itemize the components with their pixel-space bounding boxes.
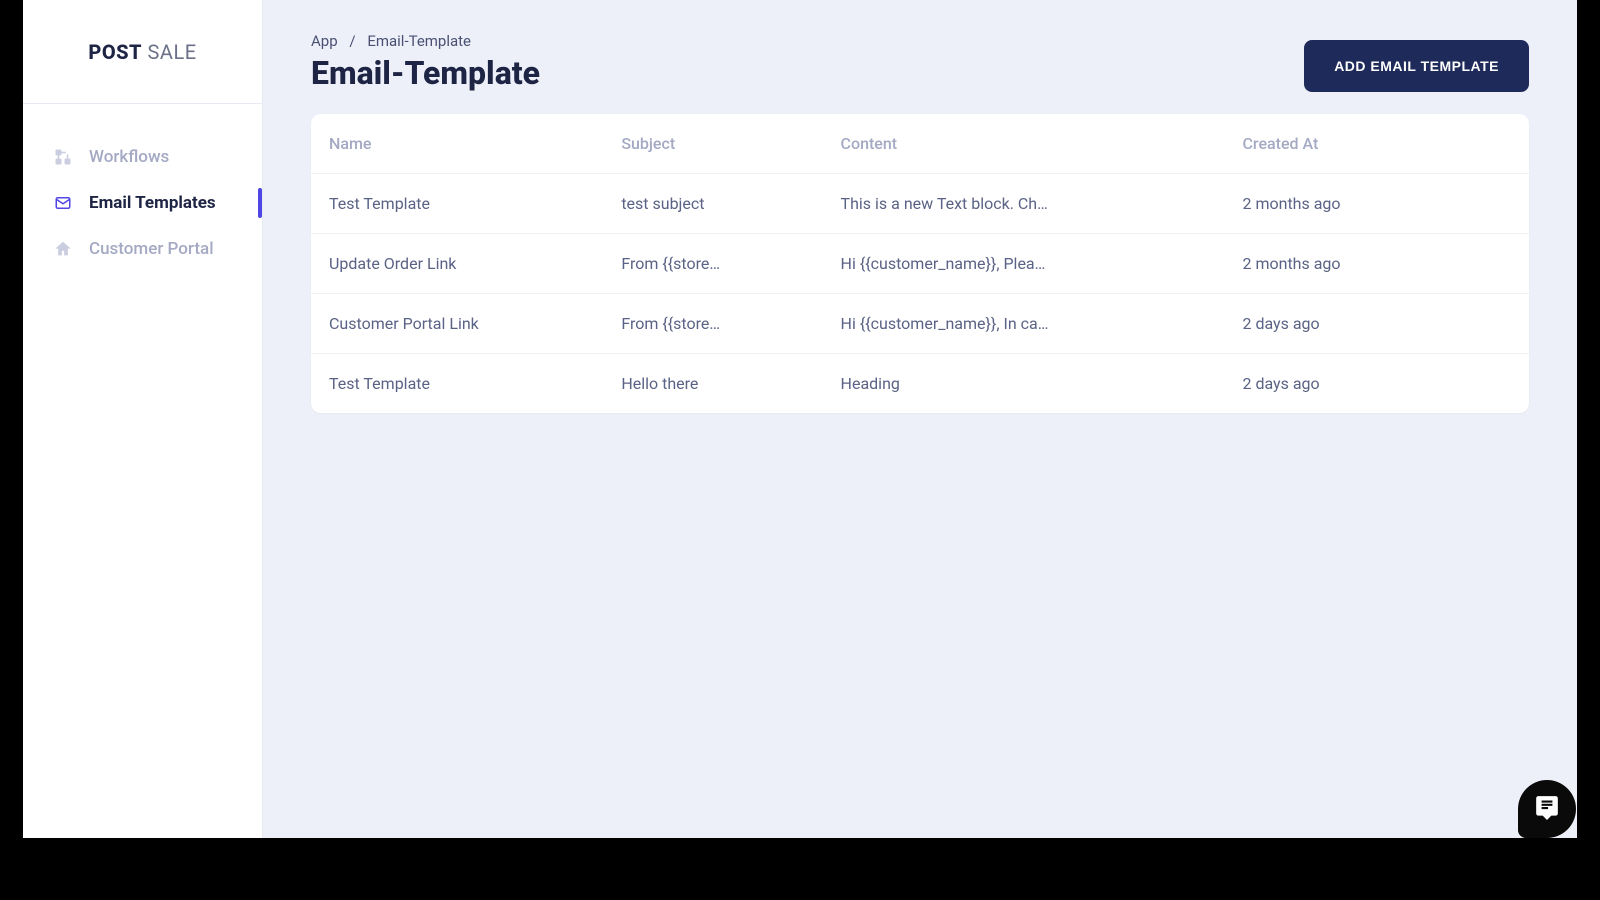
column-header-created-at[interactable]: Created At bbox=[1224, 114, 1529, 174]
breadcrumb-current: Email-Template bbox=[367, 32, 471, 50]
sidebar: POST SALE Workflows bbox=[23, 0, 263, 838]
cell-subject: From {{store… bbox=[603, 234, 822, 294]
cell-subject: From {{store… bbox=[603, 294, 822, 354]
email-templates-table: Name Subject Content Created At Test Tem… bbox=[311, 114, 1529, 413]
sidebar-item-email-templates[interactable]: Email Templates bbox=[23, 180, 262, 226]
breadcrumb: App / Email-Template bbox=[311, 32, 540, 50]
cell-content: This is a new Text block. Ch… bbox=[823, 174, 1225, 234]
table-card: Name Subject Content Created At Test Tem… bbox=[311, 114, 1529, 413]
nav: Workflows Email Templates Customer Po bbox=[23, 104, 262, 272]
cell-content: Hi {{customer_name}}, Plea… bbox=[823, 234, 1225, 294]
column-header-name[interactable]: Name bbox=[311, 114, 603, 174]
add-email-template-button[interactable]: ADD EMAIL TEMPLATE bbox=[1304, 40, 1529, 92]
logo-text: POST SALE bbox=[88, 40, 196, 64]
cell-name: Test Template bbox=[311, 174, 603, 234]
workflow-icon bbox=[53, 147, 73, 167]
sidebar-item-customer-portal[interactable]: Customer Portal bbox=[23, 226, 262, 272]
sidebar-item-workflows[interactable]: Workflows bbox=[23, 134, 262, 180]
cell-name: Test Template bbox=[311, 354, 603, 414]
logo-light: SALE bbox=[142, 40, 197, 64]
sidebar-item-label: Workflows bbox=[89, 147, 169, 167]
cell-subject: test subject bbox=[603, 174, 822, 234]
cell-content: Heading bbox=[823, 354, 1225, 414]
cell-subject: Hello there bbox=[603, 354, 822, 414]
page-title: Email-Template bbox=[311, 54, 540, 92]
app-frame: POST SALE Workflows bbox=[23, 0, 1577, 838]
home-icon bbox=[53, 239, 73, 259]
breadcrumb-root[interactable]: App bbox=[311, 32, 338, 50]
sidebar-item-label: Customer Portal bbox=[89, 239, 214, 259]
chat-icon bbox=[1534, 794, 1560, 824]
breadcrumb-separator: / bbox=[349, 32, 355, 50]
chat-fab-button[interactable] bbox=[1518, 780, 1576, 838]
cell-created-at: 2 months ago bbox=[1224, 234, 1529, 294]
column-header-content[interactable]: Content bbox=[823, 114, 1225, 174]
cell-created-at: 2 months ago bbox=[1224, 174, 1529, 234]
sidebar-item-label: Email Templates bbox=[89, 193, 216, 213]
table-row[interactable]: Customer Portal Link From {{store… Hi {{… bbox=[311, 294, 1529, 354]
cell-created-at: 2 days ago bbox=[1224, 294, 1529, 354]
page-header: App / Email-Template Email-Template ADD … bbox=[311, 32, 1529, 92]
cell-content: Hi {{customer_name}}, In ca… bbox=[823, 294, 1225, 354]
table-header-row: Name Subject Content Created At bbox=[311, 114, 1529, 174]
cell-name: Customer Portal Link bbox=[311, 294, 603, 354]
table-row[interactable]: Update Order Link From {{store… Hi {{cus… bbox=[311, 234, 1529, 294]
table-row[interactable]: Test Template test subject This is a new… bbox=[311, 174, 1529, 234]
logo-bold: POST bbox=[88, 40, 142, 64]
table-row[interactable]: Test Template Hello there Heading 2 days… bbox=[311, 354, 1529, 414]
main-content: App / Email-Template Email-Template ADD … bbox=[263, 0, 1577, 838]
page-header-left: App / Email-Template Email-Template bbox=[311, 32, 540, 92]
cell-name: Update Order Link bbox=[311, 234, 603, 294]
cell-created-at: 2 days ago bbox=[1224, 354, 1529, 414]
mail-icon bbox=[53, 193, 73, 213]
logo: POST SALE bbox=[23, 0, 262, 104]
column-header-subject[interactable]: Subject bbox=[603, 114, 822, 174]
